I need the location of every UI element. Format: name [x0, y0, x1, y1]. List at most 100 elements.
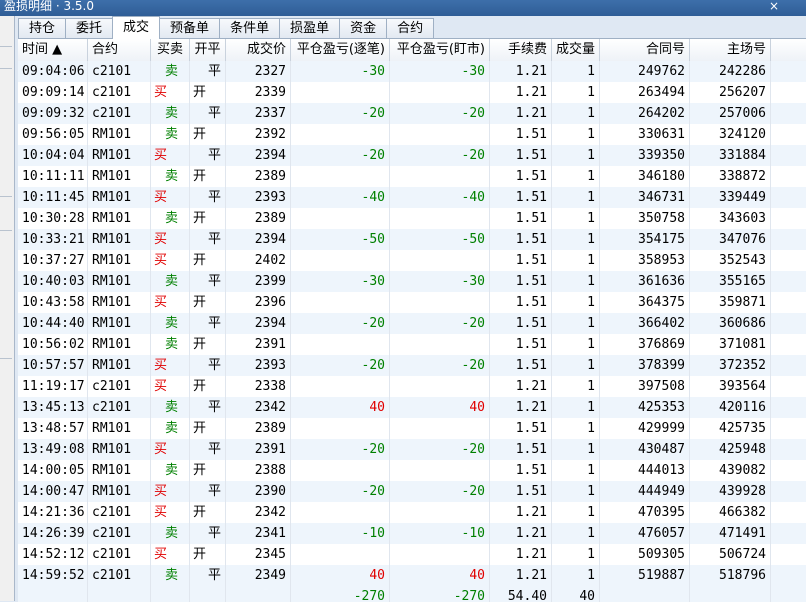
- cell-order-no: 425353: [600, 397, 690, 418]
- cell-side: 卖: [151, 103, 190, 124]
- table-row[interactable]: 10:37:27 RM101 买 开 2402 1.51 1 358953 352543: [18, 250, 806, 271]
- table-row[interactable]: 10:40:03 RM101 卖平 2399 -30 -30 1.51 1 361636 3551…: [18, 271, 806, 292]
- cell-side: 买: [151, 481, 190, 502]
- cell-time: 10:43:58: [18, 292, 88, 313]
- cell-side: 卖: [151, 271, 190, 292]
- tab-7[interactable]: 合约: [386, 18, 435, 39]
- cell-fee: 1.51: [490, 418, 552, 439]
- table-row[interactable]: 09:09:32 c2101 卖平 2337 -20 -20 1.21 1 264202 2570…: [18, 103, 806, 124]
- cell-pnl-trade: -20: [291, 145, 390, 166]
- table-row[interactable]: 10:33:21 RM101 买平 2394 -50 -50 1.51 1 354175 3470…: [18, 229, 806, 250]
- cell-exchange-no: 359871: [690, 292, 771, 313]
- table-row[interactable]: 10:30:28 RM101 卖开 2389 1.51 1 350758 343603: [18, 208, 806, 229]
- col-qty[interactable]: 成交量: [552, 39, 600, 61]
- tab-4[interactable]: 条件单: [219, 18, 281, 39]
- table-row[interactable]: 10:11:45 RM101 买平 2393 -40 -40 1.51 1 346731 3394…: [18, 187, 806, 208]
- cell-qty: 1: [552, 124, 600, 145]
- table-row[interactable]: 14:59:52 c2101 卖平 2349 40 40 1.21 1 519887 518796: [18, 565, 806, 586]
- cell-qty: 1: [552, 208, 600, 229]
- col-order-no[interactable]: 合同号: [600, 39, 690, 61]
- cell-price: 2327: [226, 61, 291, 82]
- cell-pnl-trade: [291, 124, 390, 145]
- cell-price: 2393: [226, 187, 291, 208]
- cell-open-close: 平: [190, 145, 226, 166]
- cell-contract: RM101: [88, 166, 151, 187]
- table-row[interactable]: 09:56:05 RM101 卖开 2392 1.51 1 330631 324120: [18, 124, 806, 145]
- table-row[interactable]: 13:49:08 RM101 买平 2391 -20 -20 1.51 1 430487 4259…: [18, 439, 806, 460]
- col-time[interactable]: 时间 ▲: [18, 39, 88, 61]
- table-row[interactable]: 14:26:39 c2101 卖平 2341 -10 -10 1.21 1 476057 4714…: [18, 523, 806, 544]
- table-row[interactable]: 10:57:57 RM101 买平 2393 -20 -20 1.51 1 378399 3723…: [18, 355, 806, 376]
- cell-order-no: 264202: [600, 103, 690, 124]
- cell-exchange-no: 393564: [690, 376, 771, 397]
- table-row[interactable]: 10:56:02 RM101 卖开 2391 1.51 1 376869 371081: [18, 334, 806, 355]
- cell-contract: c2101: [88, 82, 151, 103]
- tab-6[interactable]: 资金: [339, 18, 388, 39]
- table-row[interactable]: 13:48:57 RM101 卖开 2389 1.51 1 429999 425735: [18, 418, 806, 439]
- cell-exchange-no: 242286: [690, 61, 771, 82]
- cell-side: 买: [151, 229, 190, 250]
- table-row[interactable]: 14:21:36 c2101 买 开 2342 1.21 1 470395 466382: [18, 502, 806, 523]
- col-contract[interactable]: 合约: [88, 39, 151, 61]
- close-icon[interactable]: ×: [768, 0, 780, 12]
- cell-time: 10:04:04: [18, 145, 88, 166]
- table-row[interactable]: 13:45:13 c2101 卖平 2342 40 40 1.21 1 425353 420116: [18, 397, 806, 418]
- cell-pnl-trade: 40: [291, 397, 390, 418]
- total-empty-cell: [690, 586, 771, 602]
- total-fee: 54.40: [490, 586, 552, 602]
- cell-time: 10:11:45: [18, 187, 88, 208]
- cell-qty: 1: [552, 103, 600, 124]
- table-row[interactable]: 14:52:12 c2101 买 开 2345 1.21 1 509305 506724: [18, 544, 806, 565]
- cell-price: 2390: [226, 481, 291, 502]
- table-row[interactable]: 10:04:04 RM101 买平 2394 -20 -20 1.51 1 339350 3318…: [18, 145, 806, 166]
- cell-contract: RM101: [88, 229, 151, 250]
- cell-pnl-trade: -50: [291, 229, 390, 250]
- tab-5[interactable]: 损盈单: [279, 18, 341, 39]
- open-label: 开: [193, 211, 207, 226]
- col-fee[interactable]: 手续费: [490, 39, 552, 61]
- table-row[interactable]: 10:11:11 RM101 卖开 2389 1.51 1 346180 338872: [18, 166, 806, 187]
- cell-qty: 1: [552, 250, 600, 271]
- cell-open-close: 平: [190, 565, 226, 586]
- table-row[interactable]: 09:09:14 c2101 买 开 2339 1.21 1 263494 256207: [18, 82, 806, 103]
- cell-exchange-no: 466382: [690, 502, 771, 523]
- tab-1[interactable]: 委托: [65, 18, 114, 39]
- col-pnl-mark[interactable]: 平仓盈亏(盯市): [390, 39, 490, 61]
- buy-label: 买: [154, 232, 168, 247]
- total-empty-cell: [151, 586, 190, 602]
- close-label: 平: [208, 64, 222, 79]
- cell-time: 13:49:08: [18, 439, 88, 460]
- cell-pnl-trade: [291, 292, 390, 313]
- buy-label: 买: [154, 379, 168, 394]
- cell-open-close: 平: [190, 313, 226, 334]
- cell-contract: RM101: [88, 208, 151, 229]
- cell-open-close: 平: [190, 61, 226, 82]
- table-row[interactable]: 14:00:05 RM101 卖开 2388 1.51 1 444013 439082: [18, 460, 806, 481]
- cell-time: 10:57:57: [18, 355, 88, 376]
- cell-fee: 1.51: [490, 481, 552, 502]
- cell-price: 2338: [226, 376, 291, 397]
- totals-row: -270 -270 54.40 40: [18, 586, 806, 602]
- tab-0[interactable]: 持仓: [18, 18, 67, 39]
- table-row[interactable]: 10:44:40 RM101 卖平 2394 -20 -20 1.51 1 366402 3606…: [18, 313, 806, 334]
- cell-side: 买: [151, 82, 190, 103]
- col-side[interactable]: 买卖: [151, 39, 190, 61]
- table-row[interactable]: 11:19:17 c2101 买 开 2338 1.21 1 397508 393564: [18, 376, 806, 397]
- col-open-close[interactable]: 开平: [190, 39, 226, 61]
- tab-3[interactable]: 预备单: [159, 18, 221, 39]
- cell-qty: 1: [552, 334, 600, 355]
- cell-contract: c2101: [88, 502, 151, 523]
- cell-side: 卖: [151, 124, 190, 145]
- col-pnl-trade[interactable]: 平仓盈亏(逐笔): [291, 39, 390, 61]
- table-row[interactable]: 09:04:06 c2101 卖平 2327 -30 -30 1.21 1 249762 2422…: [18, 61, 806, 82]
- cell-exchange-no: 338872: [690, 166, 771, 187]
- col-price[interactable]: 成交价: [226, 39, 291, 61]
- cell-fee: 1.51: [490, 124, 552, 145]
- tab-2[interactable]: 成交: [112, 16, 161, 39]
- table-row[interactable]: 14:00:47 RM101 买平 2390 -20 -20 1.51 1 444949 4399…: [18, 481, 806, 502]
- table-row[interactable]: 10:43:58 RM101 买 开 2396 1.51 1 364375 359871: [18, 292, 806, 313]
- total-pnl-mark: -270: [390, 586, 490, 602]
- cell-fee: 1.51: [490, 334, 552, 355]
- cell-order-no: 476057: [600, 523, 690, 544]
- col-exchange-no[interactable]: 主场号: [690, 39, 771, 61]
